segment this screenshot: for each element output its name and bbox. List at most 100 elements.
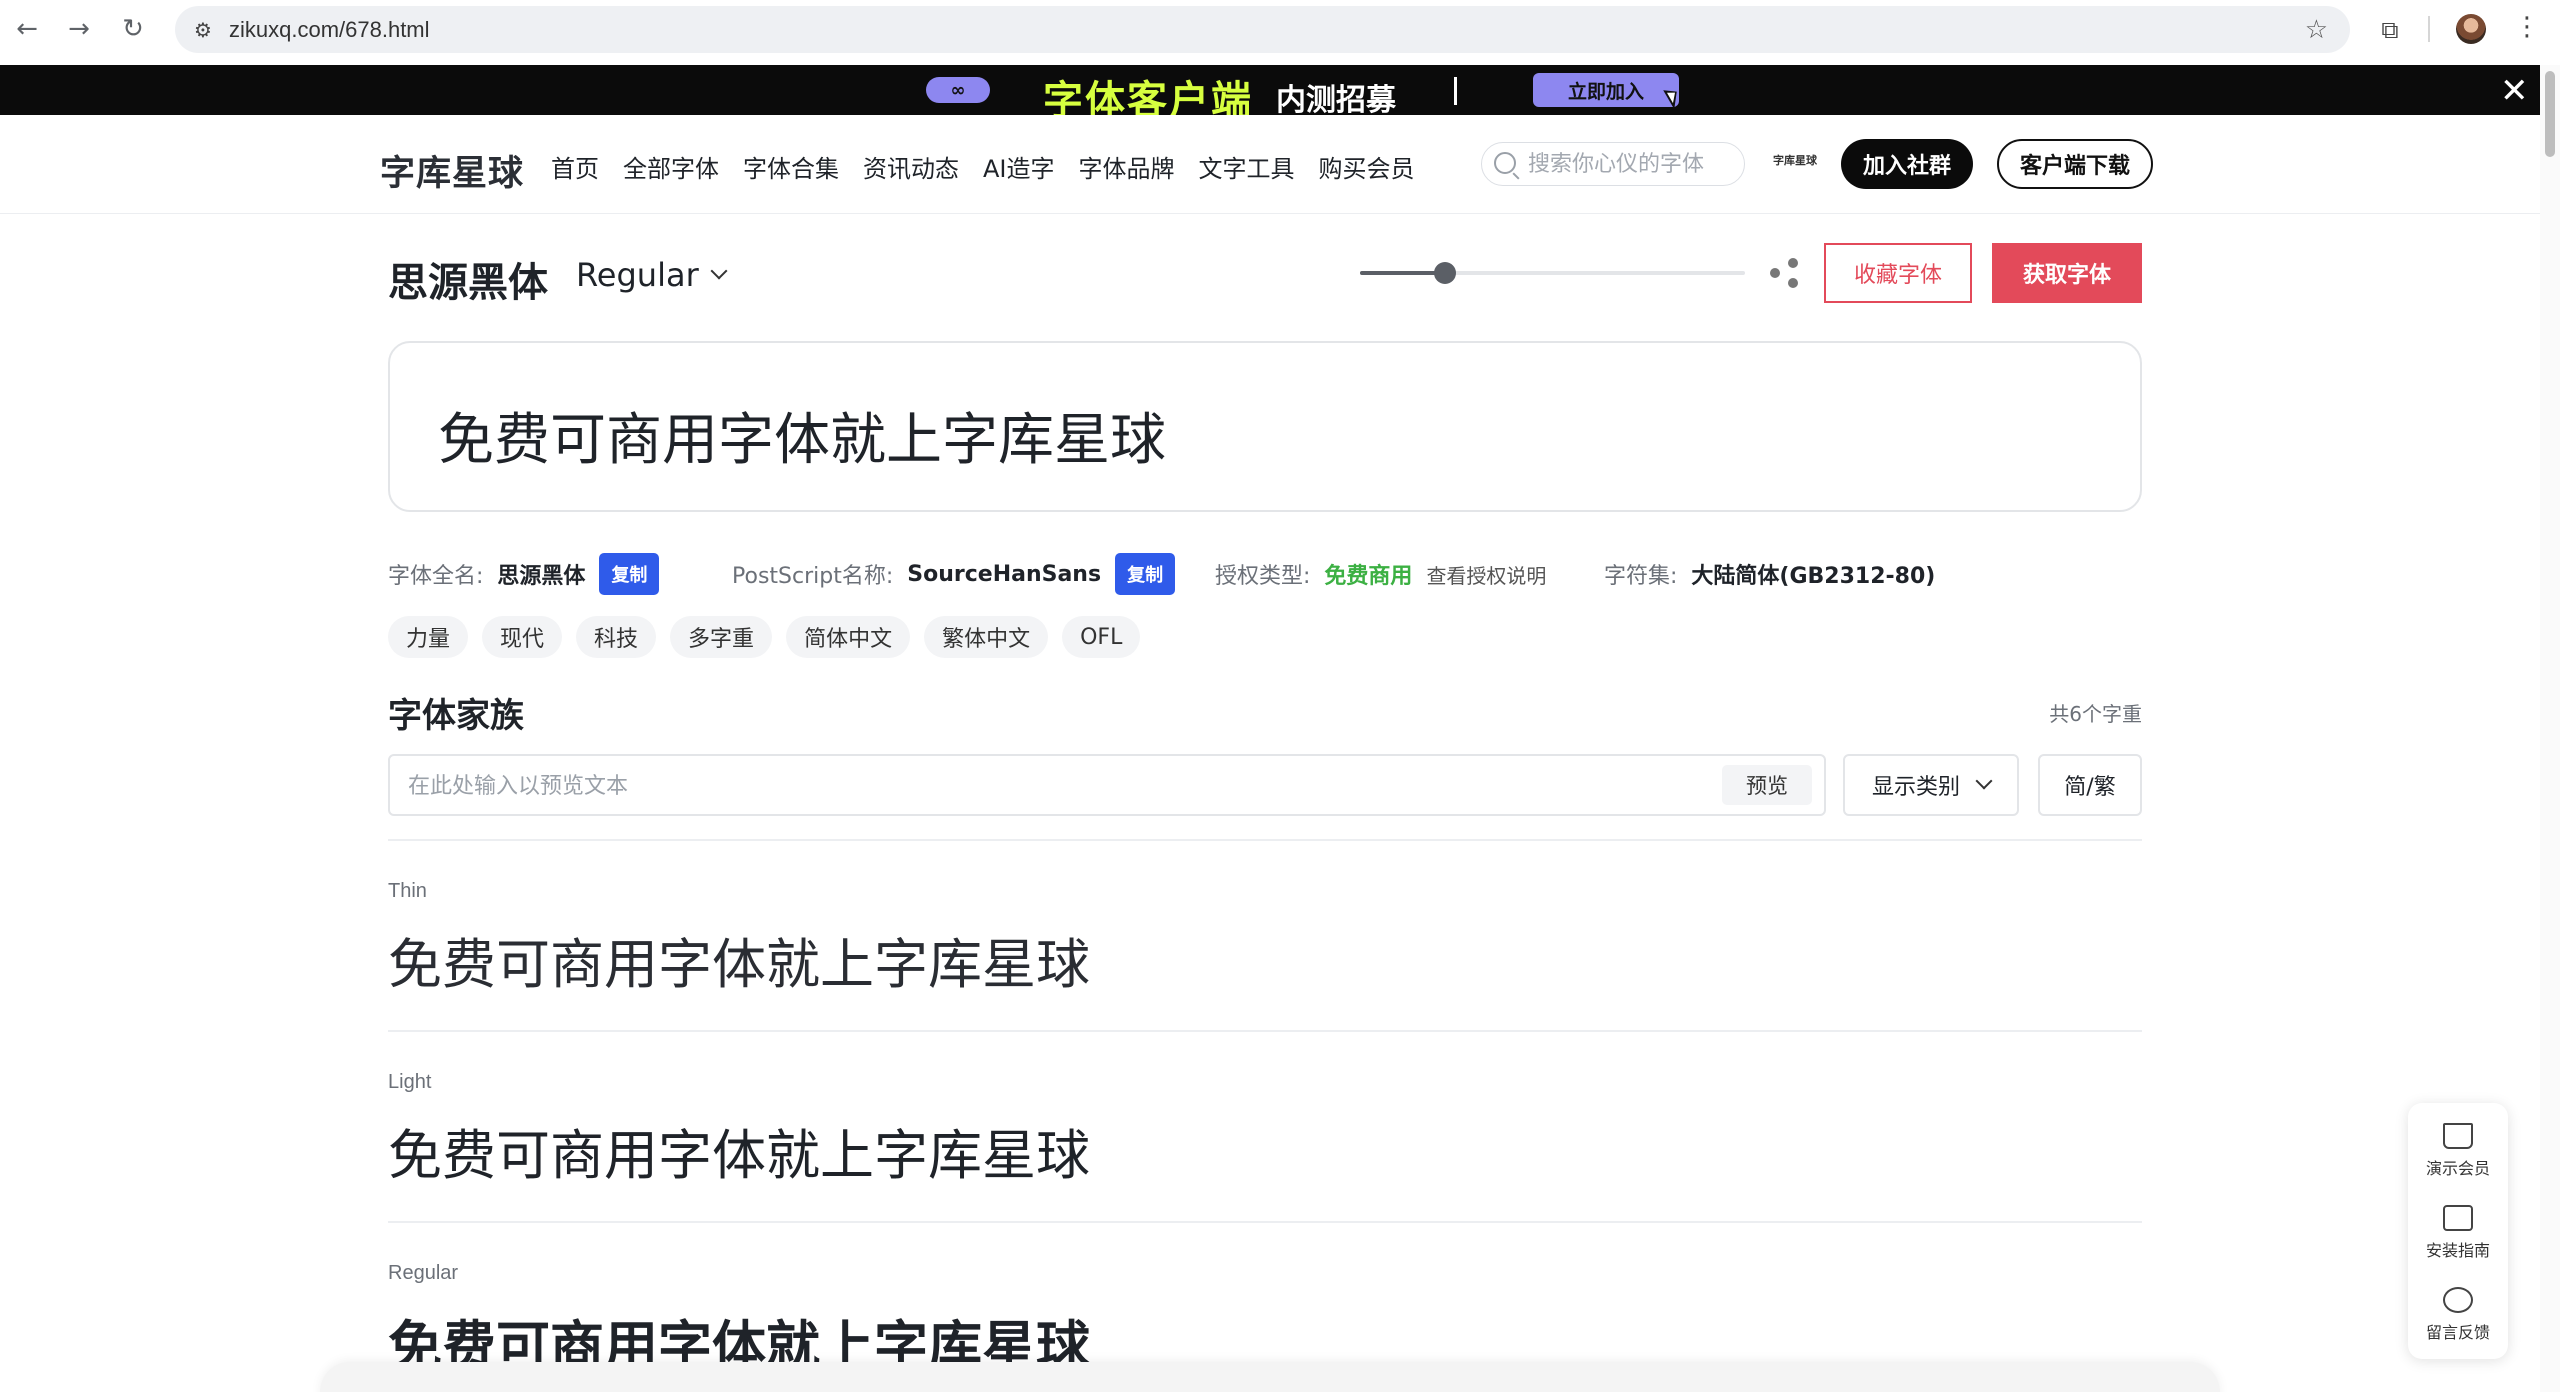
slider-handle[interactable] xyxy=(1433,262,1456,284)
divider xyxy=(388,1221,2142,1223)
slider-fill xyxy=(1360,271,1445,275)
close-banner-icon[interactable]: ✕ xyxy=(2500,71,2529,111)
nav-brands[interactable]: 字体品牌 xyxy=(1079,149,1175,184)
promo-banner: ∞ 字体客户端 内测招募 立即加入 ✕ xyxy=(0,65,2560,124)
profile-avatar[interactable] xyxy=(2456,14,2486,44)
tag-item[interactable]: 繁体中文 xyxy=(924,616,1049,658)
search-box[interactable] xyxy=(1481,142,1745,186)
side-item-label: 留言反馈 xyxy=(2425,1323,2490,1342)
preview-text-field[interactable]: 预览 xyxy=(388,754,1826,816)
license-label: 授权类型: xyxy=(1215,564,1311,589)
fullname-label: 字体全名: xyxy=(388,564,484,589)
weight-sample-thin: 免费可商用字体就上字库星球 xyxy=(388,933,1090,996)
weight-dropdown[interactable]: Regular xyxy=(576,256,728,294)
infinity-logo-icon: ∞ xyxy=(926,77,990,103)
extensions-puzzle-icon[interactable]: ⧉ xyxy=(2374,14,2406,46)
reload-icon[interactable]: ↻ xyxy=(118,14,148,44)
display-category-label[interactable]: 显示类别 xyxy=(1872,769,1960,801)
tag-item[interactable]: OFL xyxy=(1062,616,1141,658)
join-community-button[interactable]: 加入社群 xyxy=(1841,139,1973,189)
family-title: 字体家族 xyxy=(388,696,524,736)
search-icon[interactable] xyxy=(1494,152,1516,174)
weight-value[interactable]: Regular xyxy=(576,256,699,294)
scrollbar-thumb[interactable] xyxy=(2545,71,2555,157)
nav-home[interactable]: 首页 xyxy=(551,149,599,184)
bookmark-icon xyxy=(2443,1205,2473,1231)
side-item-demo-membership[interactable]: 演示会员 xyxy=(2408,1111,2508,1191)
copy-postscript-button[interactable]: 复制 xyxy=(1115,553,1176,595)
site-logo[interactable]: 字库星球 xyxy=(380,145,524,196)
get-font-button[interactable]: 获取字体 xyxy=(1992,243,2142,303)
toolbar-divider xyxy=(2428,16,2430,42)
weight-label-thin: Thin xyxy=(388,880,427,902)
divider xyxy=(388,839,2142,841)
promo-subline: 内测招募 xyxy=(1276,83,1396,118)
page-scrollbar[interactable] xyxy=(2540,65,2560,1392)
info-charset: 字符集: 大陆简体(GB2312-80) xyxy=(1604,554,1935,594)
side-item-label: 演示会员 xyxy=(2425,1159,2490,1178)
font-title: 思源黑体 xyxy=(388,260,548,306)
main-nav: 首页 全部字体 字体合集 资讯动态 AI造字 字体品牌 文字工具 购买会员 xyxy=(551,149,1439,184)
search-input[interactable] xyxy=(1528,149,1733,179)
display-category-dropdown[interactable]: 显示类别 xyxy=(1843,754,2019,816)
postscript-label: PostScript名称: xyxy=(732,564,894,589)
tag-item[interactable]: 简体中文 xyxy=(786,616,911,658)
nav-collections[interactable]: 字体合集 xyxy=(743,149,839,184)
license-details-link[interactable]: 查看授权说明 xyxy=(1426,560,1546,589)
fullname-value: 思源黑体 xyxy=(497,564,586,589)
simplified-traditional-toggle[interactable]: 简/繁 xyxy=(2038,754,2142,816)
promo-divider xyxy=(1454,77,1457,105)
crown-icon xyxy=(2443,1123,2473,1149)
side-item-feedback[interactable]: 留言反馈 xyxy=(2408,1275,2508,1355)
weight-label-light: Light xyxy=(388,1071,432,1093)
brand-mini-logo[interactable]: 字库星球 xyxy=(1773,155,1817,167)
preview-box: 免费可商用字体就上字库星球 xyxy=(388,341,2142,512)
weight-label-regular: Regular xyxy=(388,1262,459,1284)
preview-sample-text: 免费可商用字体就上字库星球 xyxy=(438,408,1166,473)
weight-count: 共6个字重 xyxy=(2049,702,2142,726)
site-settings-icon[interactable]: ⚙ xyxy=(189,16,217,44)
postscript-value: SourceHanSans xyxy=(907,561,1102,587)
site-header: 字库星球 首页 全部字体 字体合集 资讯动态 AI造字 字体品牌 文字工具 购买… xyxy=(0,115,2560,214)
nav-ai[interactable]: AI造字 xyxy=(983,149,1055,184)
tag-item[interactable]: 科技 xyxy=(576,616,657,658)
charset-label: 字符集: xyxy=(1604,564,1678,589)
tag-item[interactable]: 多字重 xyxy=(670,616,773,658)
nav-news[interactable]: 资讯动态 xyxy=(863,149,959,184)
tag-item[interactable]: 现代 xyxy=(482,616,563,658)
charset-value: 大陆简体(GB2312-80) xyxy=(1691,564,1936,589)
chat-bubble-icon xyxy=(2443,1287,2473,1313)
forward-arrow-icon[interactable]: → xyxy=(64,14,94,44)
join-now-button[interactable]: 立即加入 xyxy=(1533,73,1679,107)
info-fullname: 字体全名: 思源黑体 复制 xyxy=(388,553,660,595)
side-float-panel: 演示会员 安装指南 留言反馈 xyxy=(2408,1103,2508,1359)
weight-sample-light: 免费可商用字体就上字库星球 xyxy=(388,1124,1090,1187)
license-value: 免费商用 xyxy=(1324,564,1413,589)
bottom-bar-edge xyxy=(320,1362,2220,1392)
nav-all-fonts[interactable]: 全部字体 xyxy=(623,149,719,184)
info-license: 授权类型: 免费商用 查看授权说明 xyxy=(1215,554,1546,594)
client-download-button[interactable]: 客户端下载 xyxy=(1997,139,2153,189)
divider xyxy=(388,1030,2142,1032)
share-icon[interactable] xyxy=(1770,258,1800,288)
nav-tools[interactable]: 文字工具 xyxy=(1199,149,1295,184)
copy-fullname-button[interactable]: 复制 xyxy=(599,553,660,595)
bookmark-star-icon[interactable]: ☆ xyxy=(2305,15,2328,45)
back-arrow-icon[interactable]: ← xyxy=(12,14,42,44)
preview-button[interactable]: 预览 xyxy=(1722,765,1812,805)
preview-text-input[interactable] xyxy=(408,768,1658,804)
favorite-font-button[interactable]: 收藏字体 xyxy=(1824,243,1972,303)
size-slider[interactable] xyxy=(1360,262,1745,284)
side-item-label: 安装指南 xyxy=(2425,1241,2490,1260)
browser-menu-icon[interactable]: ⋮ xyxy=(2514,12,2540,42)
chevron-down-icon[interactable] xyxy=(710,262,728,280)
tag-item[interactable]: 力量 xyxy=(388,616,469,658)
info-postscript: PostScript名称: SourceHanSans 复制 xyxy=(732,553,1176,595)
address-bar[interactable]: ⚙ zikuxq.com/678.html ☆ xyxy=(175,6,2350,53)
browser-toolbar: ← → ↻ ⚙ zikuxq.com/678.html ☆ ⧉ ⋮ xyxy=(0,0,2560,65)
chevron-down-icon[interactable] xyxy=(1975,772,1993,790)
side-item-install-guide[interactable]: 安装指南 xyxy=(2408,1193,2508,1273)
tag-list: 力量 现代 科技 多字重 简体中文 繁体中文 OFL xyxy=(388,616,1141,658)
url-text[interactable]: zikuxq.com/678.html xyxy=(229,17,430,43)
nav-membership[interactable]: 购买会员 xyxy=(1319,149,1415,184)
